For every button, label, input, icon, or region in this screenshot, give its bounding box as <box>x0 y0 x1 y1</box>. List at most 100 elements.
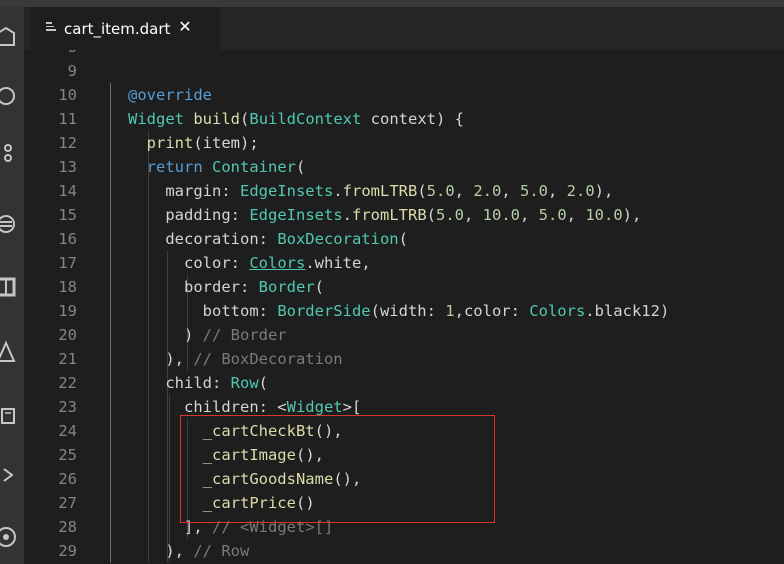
line-number: 13 <box>58 158 77 176</box>
test-icon[interactable] <box>0 340 18 364</box>
code-token: children: < <box>128 398 287 416</box>
code-token: ), <box>128 542 194 560</box>
code-token: BorderSide <box>277 302 371 320</box>
code-line[interactable]: 16 decoration: BoxDecoration( <box>24 227 784 251</box>
code-token: // Row <box>193 542 250 560</box>
code-token: ,color: <box>454 302 530 320</box>
line-code: return Container( <box>128 155 306 179</box>
line-code: margin: EdgeInsets.fromLTRB(5.0, 2.0, 5.… <box>128 179 613 203</box>
code-line[interactable]: 14 margin: EdgeInsets.fromLTRB(5.0, 2.0,… <box>24 179 784 203</box>
line-code: decoration: BoxDecoration( <box>128 227 408 251</box>
account-icon[interactable] <box>0 525 18 549</box>
code-token: build <box>193 110 241 128</box>
code-line[interactable]: 29 ), // Row <box>24 539 784 563</box>
code-token: ), <box>622 206 642 224</box>
code-token: , <box>501 182 520 200</box>
line-code: border: Border( <box>128 275 324 299</box>
code-token: @override <box>128 86 212 104</box>
code-token: fromLTRB <box>342 182 418 200</box>
code-token: ), <box>128 350 194 368</box>
line-number: 16 <box>58 230 77 248</box>
code-token: 2.0 <box>473 182 502 200</box>
code-editor[interactable]: 8 9 10 @override 11Widget build(BuildContext… <box>24 50 784 564</box>
code-token: , <box>464 206 483 224</box>
line-code: ) // Border <box>128 323 287 347</box>
window-top-bar <box>0 0 784 7</box>
code-token: EdgeInsets <box>249 206 343 224</box>
code-line[interactable]: 21 ), // BoxDecoration <box>24 347 784 371</box>
tab-cart-item[interactable]: cart_item.dart ✕ <box>30 7 220 50</box>
code-line[interactable]: 13 return Container( <box>24 155 784 179</box>
line-code: child: Row( <box>128 371 268 395</box>
line-number: 19 <box>58 302 77 320</box>
code-token: ( <box>417 182 427 200</box>
code-token: margin: <box>128 182 240 200</box>
code-token: ( <box>296 158 306 176</box>
code-line[interactable]: 9 <box>24 59 784 83</box>
code-line[interactable]: 18 border: Border( <box>24 275 784 299</box>
code-token: ), <box>594 182 614 200</box>
debug-icon[interactable] <box>0 212 18 236</box>
line-code: color: Colors.white, <box>128 251 371 275</box>
line-number: 28 <box>58 518 77 536</box>
remote-icon[interactable] <box>0 403 18 427</box>
explorer-icon[interactable] <box>0 25 18 49</box>
code-token: (item); <box>193 134 259 152</box>
code-token: ) <box>128 326 203 344</box>
code-token: ( <box>398 230 408 248</box>
source-control-icon[interactable] <box>0 141 18 165</box>
code-token: . <box>342 206 352 224</box>
code-token: bottom: <box>128 302 278 320</box>
code-line[interactable]: 20 ) // Border <box>24 323 784 347</box>
list-lines-icon <box>46 22 56 34</box>
code-line[interactable]: 8 <box>24 50 784 59</box>
tab-title: cart_item.dart <box>64 20 171 38</box>
code-token: >[ <box>342 398 362 416</box>
code-line[interactable]: 10 @override <box>24 83 784 107</box>
code-token: print <box>146 134 194 152</box>
search-icon[interactable] <box>0 84 18 108</box>
line-number: 26 <box>58 470 77 488</box>
code-token: Widget <box>286 398 343 416</box>
code-token: context) { <box>361 110 464 128</box>
code-line[interactable]: 17 color: Colors.white, <box>24 251 784 275</box>
code-token: 2.0 <box>566 182 595 200</box>
code-token: color: <box>128 254 250 272</box>
line-number: 9 <box>67 62 77 80</box>
code-token: Row <box>230 374 259 392</box>
code-token: ( <box>258 374 268 392</box>
line-number: 20 <box>58 326 77 344</box>
line-code: padding: EdgeInsets.fromLTRB(5.0, 10.0, … <box>128 203 641 227</box>
code-line[interactable]: 19 bottom: BorderSide(width: 1,color: Co… <box>24 299 784 323</box>
line-code: @override <box>128 83 212 107</box>
code-token: Widget <box>128 110 184 128</box>
line-number: 14 <box>58 182 77 200</box>
code-token: BoxDecoration <box>277 230 399 248</box>
line-number: 15 <box>58 206 77 224</box>
code-token: , <box>566 206 586 224</box>
code-token: 5.0 <box>436 206 464 224</box>
code-token: decoration: <box>128 230 278 248</box>
code-line[interactable]: 22 child: Row( <box>24 371 784 395</box>
line-code: print(item); <box>128 131 259 155</box>
code-token: 10.0 <box>585 206 623 224</box>
line-number: 10 <box>58 86 77 104</box>
output-icon[interactable] <box>0 463 18 487</box>
code-token: 5.0 <box>426 182 455 200</box>
line-code: ), // BoxDecoration <box>128 347 342 371</box>
line-number: 18 <box>58 278 77 296</box>
line-code: ), // Row <box>128 539 249 563</box>
code-line[interactable]: 11 Widget build(BuildContext context) { <box>24 107 784 131</box>
extensions-icon[interactable] <box>0 275 18 299</box>
line-number: 8 <box>24 50 77 59</box>
code-line[interactable]: 15 padding: EdgeInsets.fromLTRB(5.0, 10.… <box>24 203 784 227</box>
highlight-annotation <box>180 415 495 523</box>
code-token: fromLTRB <box>352 206 427 224</box>
code-token: , <box>454 182 474 200</box>
close-icon[interactable]: ✕ <box>177 17 193 37</box>
code-line[interactable]: 12 print(item); <box>24 131 784 155</box>
line-number: 17 <box>58 254 77 272</box>
code-token: border: <box>128 278 259 296</box>
